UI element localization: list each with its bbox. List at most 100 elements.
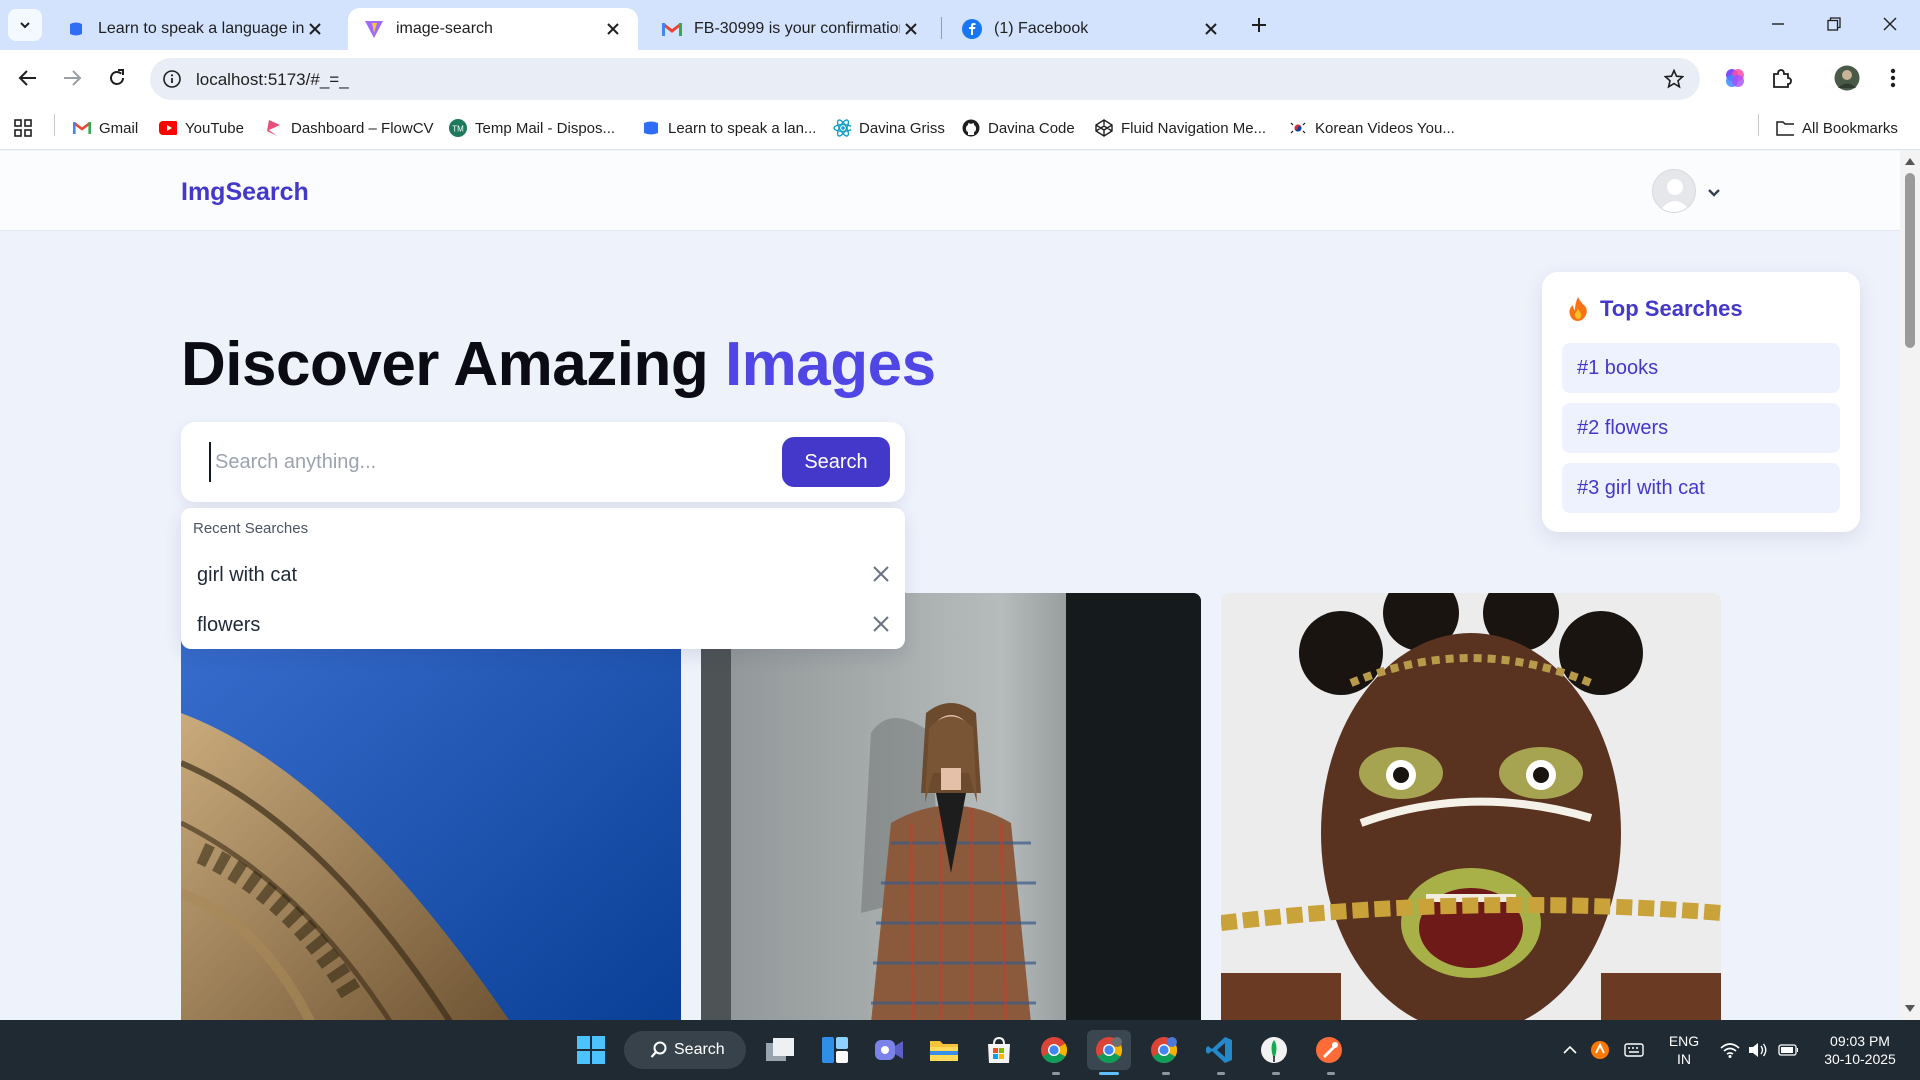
close-icon[interactable]: [1200, 18, 1222, 40]
top-searches-card: Top Searches #1 books #2 flowers #3 girl…: [1542, 272, 1860, 532]
scroll-up-icon[interactable]: [1905, 156, 1915, 166]
bookmarks-bar: Gmail YouTube Dashboard – FlowCV TM Temp…: [0, 106, 1920, 150]
tab-title: (1) Facebook: [994, 20, 1089, 37]
bookmark-item[interactable]: YouTube: [159, 116, 244, 140]
bookmark-label: Davina Griss: [859, 119, 945, 137]
widgets-icon[interactable]: [813, 1030, 857, 1070]
close-icon[interactable]: [304, 18, 326, 40]
restore-button[interactable]: [1806, 0, 1862, 48]
search-icon: [650, 1041, 667, 1058]
back-button[interactable]: [12, 62, 44, 94]
recent-searches-heading: Recent Searches: [193, 520, 309, 537]
browser-toolbar: localhost:5173/#_=_: [0, 50, 1920, 106]
site-logo[interactable]: ImgSearch: [181, 178, 309, 207]
hero-heading: Discover Amazing Images: [181, 329, 936, 400]
all-bookmarks-button[interactable]: All Bookmarks: [1776, 116, 1898, 140]
top-search-item[interactable]: #2 flowers: [1562, 403, 1840, 453]
image-result-architecture[interactable]: [181, 593, 681, 1020]
top-search-item[interactable]: #3 girl with cat: [1562, 463, 1840, 513]
recent-search-item[interactable]: flowers: [181, 600, 905, 648]
gmail-icon: [662, 19, 682, 39]
taskbar-search-button[interactable]: Search: [624, 1031, 746, 1069]
close-icon[interactable]: [869, 612, 893, 636]
address-bar[interactable]: localhost:5173/#_=_: [150, 58, 1700, 100]
bookmark-item[interactable]: Davina Code: [962, 116, 1075, 140]
close-icon[interactable]: [900, 18, 922, 40]
user-icon: [1659, 179, 1691, 212]
site-info-icon[interactable]: [160, 67, 184, 91]
bookmark-item[interactable]: Fluid Navigation Me...: [1095, 116, 1266, 140]
recent-search-item[interactable]: girl with cat: [181, 550, 905, 598]
language-indicator[interactable]: ENG IN: [1662, 1032, 1706, 1068]
browser-tab-active[interactable]: image-search: [348, 8, 638, 50]
chrome-profile-icon[interactable]: [1142, 1030, 1186, 1070]
youtube-icon: [159, 119, 177, 137]
browser-tab[interactable]: Learn to speak a language in 10: [50, 8, 340, 50]
kebab-menu-icon[interactable]: [1878, 63, 1908, 93]
search-input[interactable]: [209, 442, 749, 482]
recent-search-label: girl with cat: [197, 564, 298, 586]
chevron-down-icon[interactable]: [1703, 181, 1725, 203]
folder-icon: [1776, 119, 1794, 137]
avast-icon[interactable]: [1590, 1040, 1610, 1060]
top-search-item[interactable]: #1 books: [1562, 343, 1840, 393]
extension-ai-icon[interactable]: [1720, 63, 1750, 93]
close-icon[interactable]: [869, 562, 893, 586]
mongodb-compass-icon[interactable]: [1252, 1030, 1296, 1070]
browser-tab-strip: Learn to speak a language in 10 image-se…: [0, 0, 1920, 50]
flowcv-icon: [265, 119, 283, 137]
teams-meet-icon[interactable]: [867, 1030, 911, 1070]
user-avatar[interactable]: [1652, 169, 1696, 213]
browser-tab[interactable]: FB-30999 is your confirmation c: [646, 8, 936, 50]
tab-search-button[interactable]: [8, 9, 42, 41]
bookmark-item[interactable]: Gmail: [73, 116, 138, 140]
codepen-icon: [1095, 119, 1113, 137]
image-result-portrait-woman[interactable]: [701, 593, 1201, 1020]
profile-avatar-icon[interactable]: [1832, 63, 1862, 93]
clock[interactable]: 09:03 PM 30-10-2025: [1812, 1032, 1908, 1068]
browser-tab[interactable]: (1) Facebook: [946, 8, 1236, 50]
keyboard-icon[interactable]: [1624, 1040, 1644, 1060]
chrome-profile-icon[interactable]: [1087, 1030, 1131, 1070]
bookmark-item[interactable]: Korean Videos You...: [1289, 116, 1455, 140]
file-explorer-icon[interactable]: [922, 1030, 966, 1070]
puzzle-icon[interactable]: [1766, 63, 1796, 93]
bookmark-label: Gmail: [99, 119, 139, 137]
search-button[interactable]: Search: [782, 437, 890, 487]
gmail-icon: [73, 119, 91, 137]
bookmark-item[interactable]: Learn to speak a lan...: [642, 116, 816, 140]
search-box: Search: [181, 422, 905, 502]
apps-grid-icon[interactable]: [14, 116, 32, 140]
chevron-up-icon[interactable]: [1560, 1040, 1580, 1060]
reload-button[interactable]: [101, 62, 133, 94]
bookmark-item[interactable]: TM Temp Mail - Dispos...: [449, 116, 615, 140]
page-scrollbar[interactable]: [1900, 151, 1920, 1020]
minimize-button[interactable]: [1750, 0, 1806, 48]
scrollbar-thumb[interactable]: [1905, 173, 1915, 348]
image-result-face-paint[interactable]: [1221, 593, 1721, 1020]
windows-start-icon[interactable]: [569, 1030, 613, 1070]
vscode-icon[interactable]: [1197, 1030, 1241, 1070]
clock-time: 09:03 PM: [1830, 1033, 1890, 1049]
microsoft-store-icon[interactable]: [977, 1030, 1021, 1070]
tab-title: FB-30999 is your confirmation c: [694, 20, 900, 37]
postman-icon[interactable]: [1307, 1030, 1351, 1070]
bookmark-item[interactable]: Davina Griss: [833, 116, 945, 140]
battery-icon[interactable]: [1778, 1040, 1798, 1060]
top-search-label: #3 girl with cat: [1577, 477, 1705, 499]
volume-icon[interactable]: [1748, 1040, 1768, 1060]
scroll-down-icon[interactable]: [1905, 1004, 1915, 1014]
star-icon[interactable]: [1662, 67, 1686, 91]
new-tab-button[interactable]: [1244, 10, 1274, 40]
task-view-icon[interactable]: [758, 1030, 802, 1070]
forward-button[interactable]: [56, 62, 88, 94]
wifi-icon[interactable]: [1720, 1040, 1740, 1060]
recent-search-label: flowers: [197, 614, 261, 636]
top-search-label: #1 books: [1577, 357, 1659, 379]
hero-accent: Images: [724, 330, 936, 399]
close-icon[interactable]: [602, 18, 624, 40]
bookmark-label: Temp Mail - Dispos...: [475, 119, 616, 137]
chrome-icon[interactable]: [1032, 1030, 1076, 1070]
close-window-button[interactable]: [1862, 0, 1918, 48]
bookmark-item[interactable]: Dashboard – FlowCV: [265, 116, 434, 140]
